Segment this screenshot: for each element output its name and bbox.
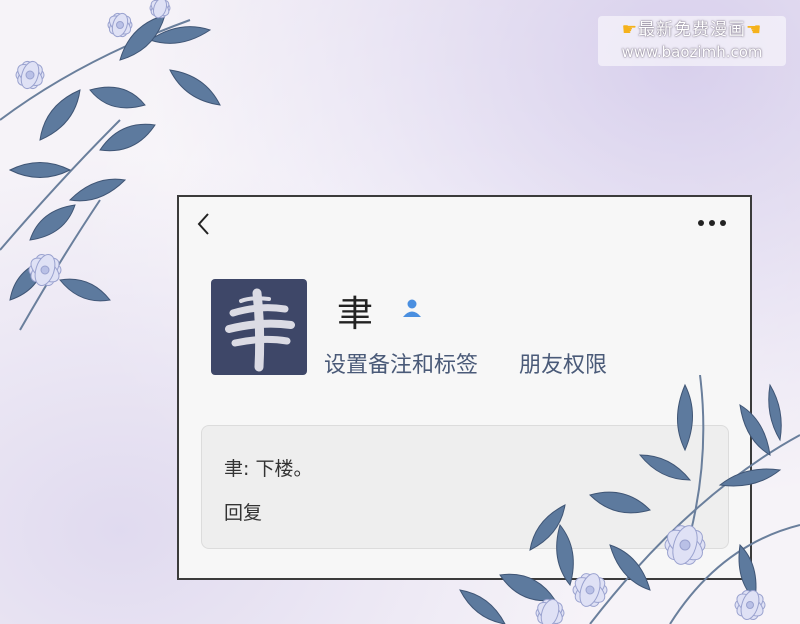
message-text: 聿: 下楼。 (224, 458, 313, 480)
contact-name: 聿 (337, 294, 374, 335)
pointing-hand-icon: ☛ (621, 20, 638, 40)
reply-button[interactable]: 回复 (224, 498, 262, 525)
set-remark-link[interactable]: 设置备注和标签 (324, 347, 478, 379)
more-dots-icon[interactable] (696, 217, 728, 229)
watermark-url: www.baozimh.com (621, 43, 763, 61)
profile-panel: 聿 设置备注和标签 朋友权限 聿: 下楼。 回复 (177, 195, 752, 580)
avatar-brush-glyph (225, 288, 295, 372)
friend-permission-link[interactable]: 朋友权限 (519, 347, 607, 379)
avatar[interactable] (211, 279, 307, 375)
user-icon (403, 299, 421, 317)
message-card: 聿: 下楼。 回复 (201, 425, 729, 549)
chevron-left-icon[interactable] (193, 209, 215, 239)
watermark: ☛最新免费漫画☚ www.baozimh.com (598, 16, 786, 66)
watermark-title: 最新免费漫画 (638, 20, 746, 40)
pointing-hand-icon: ☚ (746, 20, 763, 40)
